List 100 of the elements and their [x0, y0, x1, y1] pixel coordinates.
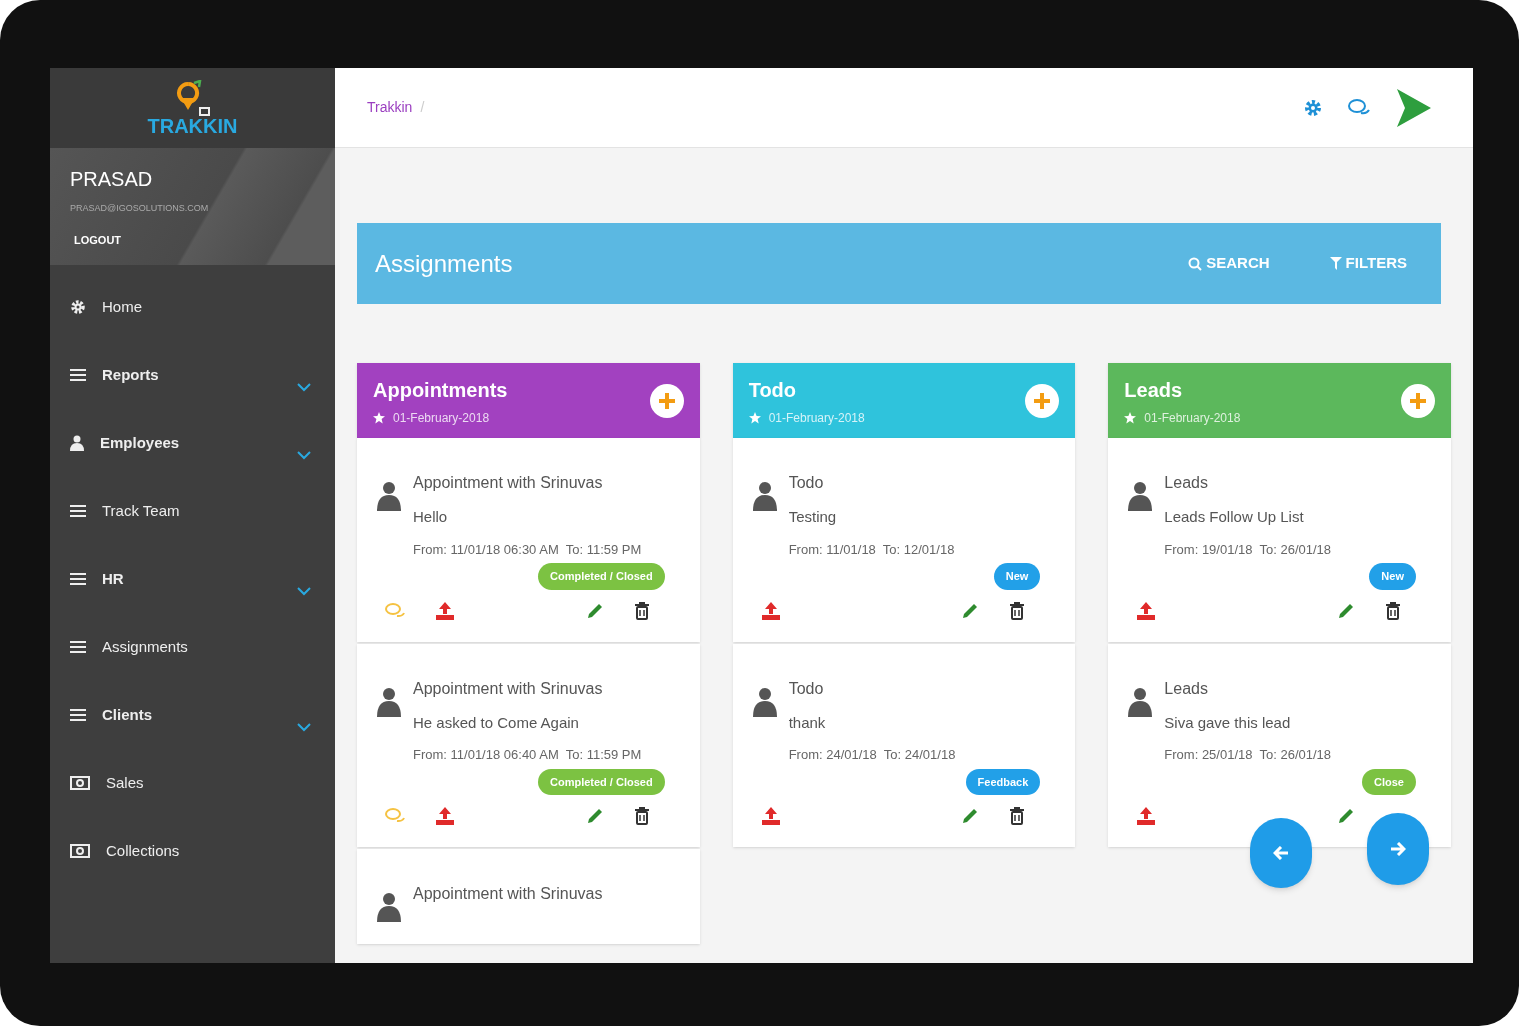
- status-badge: Feedback: [965, 768, 1041, 795]
- person-icon: [1128, 686, 1153, 717]
- upload-icon[interactable]: [760, 807, 781, 825]
- card-title: Todo: [788, 678, 825, 699]
- column-date: 01-February-2018: [768, 409, 865, 427]
- page-title: Assignments: [375, 248, 513, 279]
- card-description: Siva gave this lead: [1164, 712, 1292, 733]
- brand-logo-text: TRAKKIN: [147, 116, 238, 136]
- star-icon: [373, 411, 385, 424]
- card-time: From: 19/01/18 To: 26/01/18: [1164, 540, 1333, 559]
- money-icon: [70, 844, 90, 858]
- column-title: Leads: [1124, 377, 1184, 403]
- menu-icon: [70, 572, 86, 586]
- send-icon[interactable]: [1395, 86, 1433, 129]
- sidebar-item[interactable]: Track Team: [50, 477, 335, 545]
- card-title: Leads: [1164, 678, 1209, 699]
- upload-icon[interactable]: [435, 601, 455, 620]
- menu-icon: [70, 504, 86, 518]
- card-time: From: 25/01/18 To: 26/01/18: [1164, 746, 1333, 764]
- add-button[interactable]: [649, 383, 684, 418]
- user-name: PRASAD: [70, 167, 153, 192]
- trash-icon[interactable]: [1009, 807, 1026, 825]
- card-title: Appointment with Srinuvas: [413, 473, 604, 493]
- settings-icon[interactable]: [1303, 97, 1323, 118]
- upload-icon[interactable]: [1136, 807, 1157, 825]
- status-badge: Close: [1362, 768, 1416, 795]
- card-description: Hello: [413, 507, 449, 527]
- card-time: From: 11/01/18 06:30 AM To: 11:59 PM: [413, 540, 643, 559]
- arrow-right-icon: [1390, 842, 1406, 856]
- trash-icon[interactable]: [633, 807, 650, 825]
- pencil-icon[interactable]: [1337, 601, 1355, 620]
- filter-icon: [1329, 257, 1342, 270]
- pencil-icon[interactable]: [585, 807, 604, 825]
- menu-icon: [70, 640, 86, 654]
- status-badge: Completed / Closed: [537, 563, 665, 590]
- plus-icon: [1409, 391, 1427, 410]
- upload-icon[interactable]: [1136, 601, 1157, 620]
- pencil-icon[interactable]: [585, 601, 604, 620]
- upload-icon[interactable]: [760, 601, 781, 620]
- sidebar-item[interactable]: Home: [50, 273, 335, 341]
- status-badge: Completed / Closed: [537, 768, 665, 795]
- plus-icon: [1033, 391, 1052, 410]
- money-icon: [70, 776, 90, 790]
- trash-icon[interactable]: [1009, 601, 1026, 620]
- card-time: From: 24/01/18 To: 24/01/18: [788, 746, 957, 764]
- chevron-down-icon: [297, 722, 311, 732]
- card-title: Appointment with Srinuvas: [413, 678, 604, 699]
- card-description: He asked to Come Again: [413, 712, 580, 733]
- card-title: Todo: [788, 473, 825, 493]
- card-description: Leads Follow Up List: [1164, 507, 1305, 527]
- sidebar-item[interactable]: HR: [50, 545, 335, 613]
- chevron-down-icon: [297, 382, 311, 392]
- card-description: Testing: [788, 507, 838, 527]
- person-icon: [70, 435, 84, 451]
- sidebar-item[interactable]: Assignments: [50, 613, 335, 681]
- previous-button[interactable]: [1250, 818, 1312, 888]
- pencil-icon[interactable]: [961, 807, 980, 825]
- search-icon: [1188, 256, 1203, 271]
- person-icon: [752, 686, 777, 717]
- column-title: Appointments: [373, 377, 508, 403]
- breadcrumb-link[interactable]: Trakkin: [367, 97, 413, 118]
- chevron-down-icon: [297, 450, 311, 460]
- next-button[interactable]: [1367, 813, 1429, 885]
- upload-icon[interactable]: [435, 807, 455, 825]
- trash-icon[interactable]: [1385, 601, 1401, 620]
- chevron-down-icon: [297, 586, 311, 596]
- sidebar-item[interactable]: Collections: [50, 817, 335, 885]
- user-email: PRASAD@IGOSOLUTIONS.COM: [70, 202, 209, 215]
- person-icon: [752, 481, 777, 511]
- sidebar-item[interactable]: Sales: [50, 749, 335, 817]
- sidebar-item[interactable]: Employees: [50, 409, 335, 477]
- logout-link[interactable]: LOGOUT: [74, 231, 122, 248]
- arrow-left-icon: [1273, 846, 1289, 860]
- plus-icon: [657, 391, 676, 410]
- card-description: thank: [788, 712, 827, 733]
- sidebar-item[interactable]: Clients: [50, 681, 335, 749]
- card-time: From: 11/01/18 06:40 AM To: 11:59 PM: [413, 746, 643, 764]
- star-icon: [1124, 411, 1137, 424]
- breadcrumb-separator: /: [420, 98, 425, 117]
- menu-icon: [70, 708, 86, 722]
- status-badge: New: [993, 563, 1041, 590]
- pencil-icon[interactable]: [1337, 807, 1355, 825]
- sidebar-item[interactable]: Reports: [50, 341, 335, 409]
- star-icon: [748, 411, 761, 424]
- add-button[interactable]: [1025, 383, 1060, 418]
- column-date: 01-February-2018: [1144, 409, 1241, 427]
- column-title: Todo: [748, 377, 798, 403]
- trash-icon[interactable]: [633, 601, 650, 620]
- gear-icon: [70, 299, 86, 315]
- menu-icon: [70, 368, 86, 382]
- add-button[interactable]: [1401, 383, 1435, 418]
- person-icon: [377, 686, 401, 717]
- person-icon: [377, 892, 401, 922]
- status-badge: New: [1369, 563, 1416, 590]
- card-time: From: 11/01/18 To: 12/01/18: [788, 540, 956, 559]
- person-icon: [1128, 481, 1153, 511]
- pencil-icon[interactable]: [961, 601, 980, 620]
- column-date: 01-February-2018: [393, 409, 490, 427]
- card-title: Appointment with Srinuvas: [413, 884, 604, 904]
- person-icon: [377, 481, 401, 511]
